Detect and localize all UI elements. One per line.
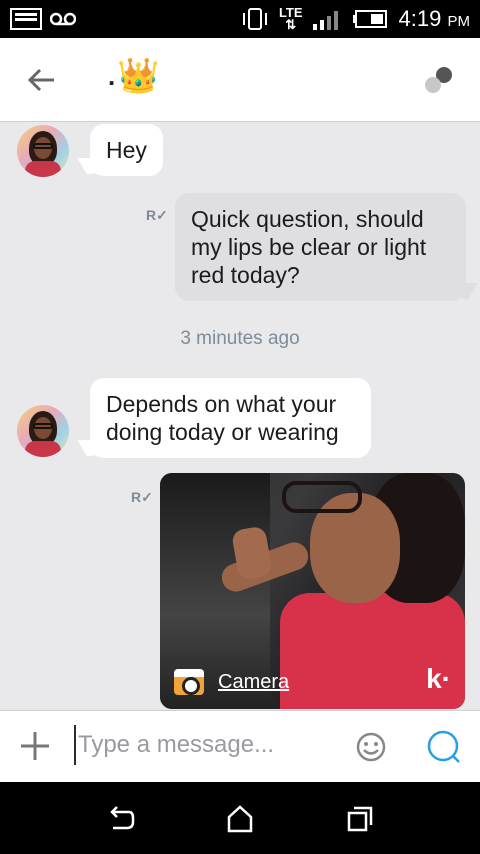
network-type: LTE ⇅ xyxy=(278,5,303,32)
chat-header: . 👑 xyxy=(0,38,480,122)
message-text: Depends on what your doing today or wear… xyxy=(106,391,339,445)
composer-bar xyxy=(0,710,480,782)
contact-avatar[interactable] xyxy=(17,405,69,457)
camera-link[interactable]: Camera xyxy=(218,671,289,694)
message-input[interactable] xyxy=(74,725,334,765)
incoming-message[interactable]: Depends on what your doing today or wear… xyxy=(90,378,371,458)
battery-icon xyxy=(352,10,387,28)
message-list[interactable]: Hey R✓ Quick question, should my lips be… xyxy=(0,123,480,710)
photo-message[interactable]: Camera k· xyxy=(160,473,465,709)
contact-name[interactable]: . 👑 xyxy=(108,56,160,96)
crown-icon: 👑 xyxy=(117,57,160,95)
clock: 4:19 PM xyxy=(398,6,470,31)
camera-icon xyxy=(174,669,204,695)
signal-icon xyxy=(312,11,338,30)
message-timestamp: 3 minutes ago xyxy=(180,328,300,349)
voicemail-icon xyxy=(50,12,76,26)
back-icon[interactable] xyxy=(105,804,135,834)
vibrate-icon xyxy=(242,8,267,30)
photo-caption[interactable]: Camera xyxy=(174,669,289,695)
back-arrow-icon[interactable] xyxy=(26,64,58,96)
read-receipt-icon: R✓ xyxy=(131,489,153,505)
screen-icon xyxy=(10,8,42,30)
message-text: Hey xyxy=(106,137,147,163)
add-icon[interactable] xyxy=(18,729,52,763)
chat-bubble-icon[interactable] xyxy=(426,729,462,765)
system-nav-bar xyxy=(0,782,480,854)
recent-apps-icon[interactable] xyxy=(345,804,375,834)
outgoing-message[interactable]: Quick question, should my lips be clear … xyxy=(175,193,466,301)
contact-name-text: . xyxy=(108,61,116,91)
message-text: Quick question, should my lips be clear … xyxy=(191,206,427,288)
incoming-message[interactable]: Hey xyxy=(90,124,163,176)
contact-avatar[interactable] xyxy=(17,125,69,177)
contact-options-icon[interactable] xyxy=(424,66,454,94)
kik-logo: k· xyxy=(426,663,451,694)
read-receipt-icon: R✓ xyxy=(146,207,168,223)
home-icon[interactable] xyxy=(225,804,255,834)
emoji-icon[interactable] xyxy=(355,731,387,763)
status-bar: LTE ⇅ 4:19 PM xyxy=(0,0,480,38)
